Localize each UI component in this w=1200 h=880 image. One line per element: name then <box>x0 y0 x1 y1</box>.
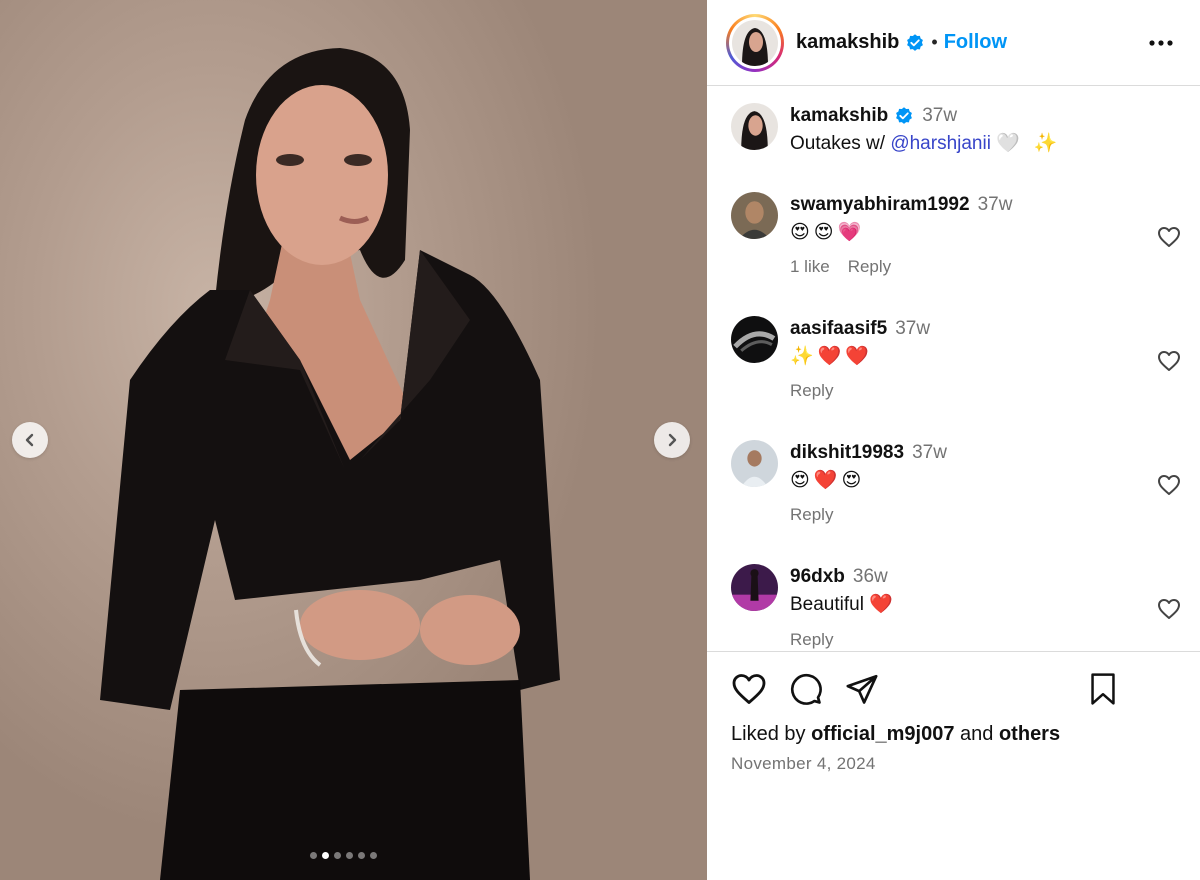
comment-username[interactable]: swamyabhiram1992 <box>790 194 970 216</box>
bookmark-icon <box>1091 673 1115 705</box>
post-photo <box>100 48 560 880</box>
avatar[interactable] <box>731 316 778 363</box>
comment-username[interactable]: aasifaasif5 <box>790 318 887 340</box>
liked-by-prefix: Liked by <box>731 723 812 745</box>
more-options-button[interactable] <box>1148 30 1174 61</box>
comment-like-button[interactable] <box>1157 474 1181 501</box>
comment-item: dikshit19983 37w 😍❤️😍 Reply <box>731 440 1181 525</box>
caption-username[interactable]: kamakshib <box>790 105 888 127</box>
more-icon <box>1149 40 1173 46</box>
reply-button[interactable]: Reply <box>790 630 833 650</box>
carousel-dot <box>346 852 353 859</box>
heart-icon <box>1158 351 1180 371</box>
post-media[interactable] <box>0 0 707 880</box>
comment-text: 😍😍💗 <box>790 221 866 243</box>
carousel-next-button[interactable] <box>654 422 690 458</box>
share-icon[interactable] <box>845 672 879 706</box>
caption-emojis: 🤍 ✨ <box>996 132 1062 154</box>
post-side-panel: kamakshib • Follow kamakshib 37w Outakes… <box>707 0 1200 880</box>
follow-button[interactable]: Follow <box>944 31 1007 54</box>
carousel-dot <box>358 852 365 859</box>
carousel-dot <box>334 852 341 859</box>
carousel-dot <box>322 852 329 859</box>
liked-by-and: and <box>954 723 999 745</box>
reply-button[interactable]: Reply <box>790 381 833 401</box>
caption-text: Outakes w/ @harshjanii 🤍 ✨ <box>790 131 1062 155</box>
comment-time[interactable]: 37w <box>978 194 1013 216</box>
caption-time[interactable]: 37w <box>922 105 957 127</box>
chevron-right-icon <box>668 433 677 447</box>
carousel-dot <box>370 852 377 859</box>
comment-like-button[interactable] <box>1157 226 1181 253</box>
likes-summary: Liked by official_m9j007 and others <box>731 723 1060 746</box>
header-separator: • <box>931 32 938 52</box>
caption-text-prefix: Outakes w/ <box>790 133 891 154</box>
comment-item: swamyabhiram1992 37w 😍😍💗 1 like Reply <box>731 192 1181 277</box>
avatar[interactable] <box>731 192 778 239</box>
comment-text: 😍❤️😍 <box>790 469 866 491</box>
avatar[interactable] <box>731 440 778 487</box>
avatar <box>732 19 778 66</box>
carousel-dot <box>310 852 317 859</box>
heart-icon[interactable] <box>731 672 767 706</box>
carousel-prev-button[interactable] <box>12 422 48 458</box>
comment-item: aasifaasif5 37w ✨❤️❤️ Reply <box>731 316 1181 401</box>
comment-time[interactable]: 36w <box>853 566 888 588</box>
comment-username[interactable]: dikshit19983 <box>790 442 904 464</box>
heart-icon <box>1158 599 1180 619</box>
liked-by-others[interactable]: others <box>999 723 1060 745</box>
verified-badge-icon <box>896 107 913 124</box>
comment-like-button[interactable] <box>1157 598 1181 625</box>
avatar[interactable] <box>731 103 778 150</box>
save-button[interactable] <box>1088 672 1118 711</box>
comment-like-button[interactable] <box>1157 350 1181 377</box>
chevron-left-icon <box>25 433 34 447</box>
carousel-indicator <box>310 852 377 859</box>
comment-text: Beautiful ❤️ <box>790 594 893 615</box>
reply-button[interactable]: Reply <box>848 257 891 277</box>
post-caption: kamakshib 37w Outakes w/ @harshjanii 🤍 ✨ <box>731 103 1062 155</box>
post-header: kamakshib • Follow <box>707 0 1200 86</box>
verified-badge-icon <box>907 33 924 51</box>
comment-text: ✨❤️❤️ <box>790 345 873 367</box>
comment-like-count[interactable]: 1 like <box>790 257 830 277</box>
liked-by-user[interactable]: official_m9j007 <box>811 723 954 745</box>
post-date[interactable]: November 4, 2024 <box>731 754 876 774</box>
comment-time[interactable]: 37w <box>912 442 947 464</box>
comment-icon[interactable] <box>789 672 823 706</box>
comment-item: 96dxb 36w Beautiful ❤️ Reply <box>731 564 1181 650</box>
caption-mention[interactable]: @harshjanii <box>890 133 991 154</box>
comment-time[interactable]: 37w <box>895 318 930 340</box>
header-username[interactable]: kamakshib <box>796 31 899 54</box>
heart-icon <box>1158 475 1180 495</box>
comments-section[interactable]: kamakshib 37w Outakes w/ @harshjanii 🤍 ✨ <box>707 87 1200 651</box>
story-ring[interactable] <box>726 13 784 72</box>
avatar[interactable] <box>731 564 778 611</box>
heart-icon <box>1158 227 1180 247</box>
reply-button[interactable]: Reply <box>790 505 833 525</box>
comment-username[interactable]: 96dxb <box>790 566 845 588</box>
post-actions: Liked by official_m9j007 and others Nove… <box>707 651 1200 880</box>
